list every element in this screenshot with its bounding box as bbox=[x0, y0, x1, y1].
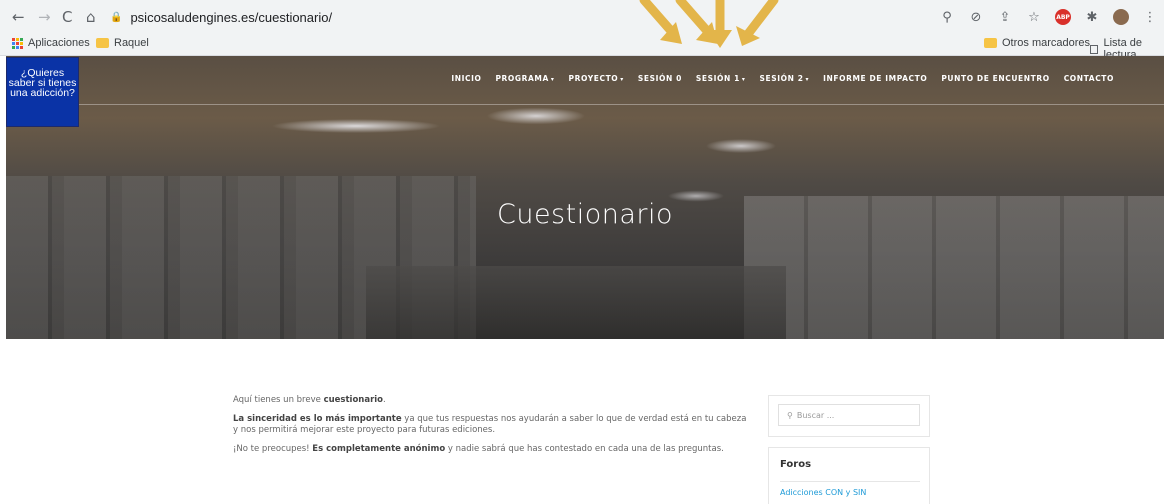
nav-label: PROYECTO bbox=[568, 74, 619, 83]
search-placeholder: Buscar ... bbox=[796, 410, 835, 420]
divider bbox=[780, 481, 920, 482]
star-icon[interactable]: ☆ bbox=[1026, 9, 1042, 25]
share-icon[interactable]: ⇪ bbox=[997, 9, 1013, 25]
folder-icon bbox=[96, 38, 109, 48]
back-arrow-icon[interactable]: ← bbox=[12, 8, 25, 26]
widget-line-3: una adicción? bbox=[10, 87, 75, 99]
foros-heading: Foros bbox=[780, 459, 812, 470]
nav-label: INFORME DE IMPACTO bbox=[823, 74, 928, 83]
apps-grid-icon bbox=[12, 37, 23, 49]
caret-down-icon: ▾ bbox=[620, 76, 624, 83]
puzzle-icon[interactable]: ✱ bbox=[1084, 9, 1100, 25]
search-icon: ⚲ bbox=[787, 410, 793, 420]
main-nav: INICIO PROGRAMA ▾ PROYECTO ▾ SESIÓN 0 SESI… bbox=[451, 74, 1114, 83]
bookmark-raquel-label: Raquel bbox=[114, 37, 149, 49]
nav-punto-encuentro[interactable]: PUNTO DE ENCUENTRO bbox=[941, 74, 1049, 83]
search-input[interactable]: ⚲ Buscar ... bbox=[778, 404, 920, 426]
nav-proyecto[interactable]: PROYECTO ▾ bbox=[569, 74, 624, 83]
reload-icon[interactable]: C bbox=[62, 8, 72, 26]
nav-programa[interactable]: PROGRAMA ▾ bbox=[495, 74, 554, 83]
nav-contacto[interactable]: CONTACTO bbox=[1064, 74, 1114, 83]
caret-down-icon: ▾ bbox=[805, 76, 810, 83]
lock-icon: 🔒 bbox=[110, 11, 123, 23]
foros-link[interactable]: Adicciones CON y SIN bbox=[780, 488, 866, 497]
nav-label: PUNTO DE ENCUENTRO bbox=[941, 74, 1050, 83]
nav-inicio[interactable]: INICIO bbox=[451, 74, 481, 83]
folder-icon bbox=[984, 38, 997, 48]
hero-banner: INICIO PROGRAMA ▾ PROYECTO ▾ SESIÓN 0 SESI… bbox=[6, 56, 1164, 339]
adblock-icon[interactable]: ABP bbox=[1055, 9, 1071, 25]
arrow-stroke bbox=[743, 0, 779, 39]
nav-sesion-0[interactable]: SESIÓN 0 bbox=[638, 74, 682, 83]
bookmarks-bar: Aplicaciones Raquel Otros marcadores Lis… bbox=[0, 33, 1164, 61]
extension-toolbar: ⚲ ⊘ ⇪ ☆ ABP ✱ ⋮ bbox=[939, 6, 1164, 28]
sincerity-paragraph: La sinceridad es lo más importante ya qu… bbox=[233, 414, 747, 435]
sidebar-foros-widget: Foros Adicciones CON y SIN bbox=[768, 447, 930, 504]
arrow-stroke bbox=[639, 0, 677, 37]
anonymous-paragraph: ¡No te preocupes! Es completamente anóni… bbox=[233, 444, 724, 454]
nav-informe[interactable]: INFORME DE IMPACTO bbox=[823, 74, 927, 83]
hero-divider bbox=[6, 104, 1164, 105]
nav-sesion-2[interactable]: SESIÓN 2 ▾ bbox=[760, 74, 810, 83]
eye-off-icon[interactable]: ⊘ bbox=[968, 9, 984, 25]
nav-label: SESIÓN 2 bbox=[759, 74, 804, 83]
nav-label: SESIÓN 1 bbox=[695, 74, 740, 83]
addiction-quiz-widget[interactable]: ¿Quieres saber si tienes una adicción? bbox=[6, 57, 79, 127]
annotation-arrows bbox=[639, 0, 779, 48]
main-content: Aquí tienes un breve cuestionario. La si… bbox=[233, 395, 753, 463]
hero-background-floor bbox=[366, 266, 786, 339]
url-text: psicosaludengines.es/cuestionario/ bbox=[130, 9, 333, 25]
bookmark-others-label: Otros marcadores bbox=[1002, 37, 1091, 49]
forward-arrow-icon[interactable]: → bbox=[38, 8, 51, 26]
arrow-stroke bbox=[675, 0, 713, 37]
caret-down-icon: ▾ bbox=[741, 76, 746, 83]
menu-icon[interactable]: ⋮ bbox=[1142, 9, 1158, 25]
bookmark-others[interactable]: Otros marcadores bbox=[984, 37, 1090, 49]
profile-avatar[interactable] bbox=[1113, 9, 1129, 25]
bookmark-apps[interactable]: Aplicaciones bbox=[12, 37, 90, 49]
bookmark-raquel[interactable]: Raquel bbox=[96, 37, 149, 49]
home-icon[interactable]: ⌂ bbox=[86, 8, 96, 26]
nav-label: PROGRAMA bbox=[495, 74, 549, 83]
page-title: Cuestionario bbox=[496, 199, 674, 230]
address-bar[interactable]: 🔒 psicosaludengines.es/cuestionario/ bbox=[110, 6, 950, 28]
nav-sesion-1[interactable]: SESIÓN 1 ▾ bbox=[696, 74, 746, 83]
nav-label: SESIÓN 0 bbox=[637, 74, 682, 83]
sidebar-search-widget: ⚲ Buscar ... bbox=[768, 395, 930, 437]
zoom-icon[interactable]: ⚲ bbox=[939, 9, 955, 25]
nav-label: CONTACTO bbox=[1063, 74, 1114, 83]
nav-label: INICIO bbox=[451, 74, 482, 83]
bookmark-apps-label: Aplicaciones bbox=[28, 37, 90, 49]
intro-paragraph: Aquí tienes un breve cuestionario. bbox=[233, 395, 386, 405]
reading-list-icon bbox=[1090, 44, 1099, 54]
caret-down-icon: ▾ bbox=[550, 76, 555, 83]
